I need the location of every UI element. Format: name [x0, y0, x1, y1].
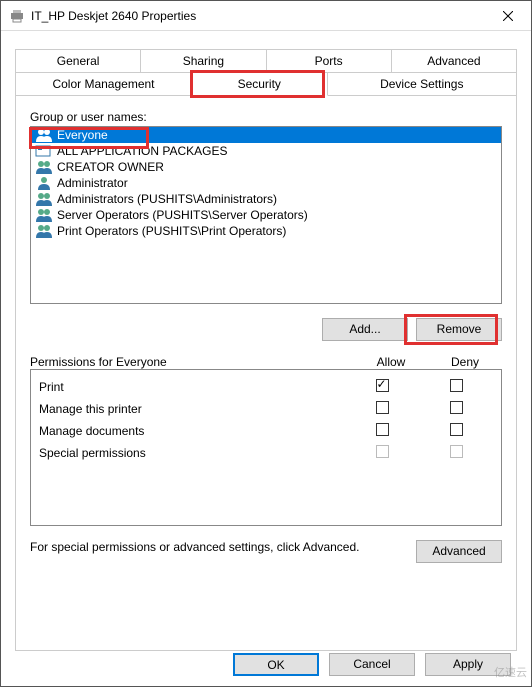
permission-row: Manage this printer: [39, 398, 493, 420]
permission-row: Manage documents: [39, 420, 493, 442]
group-icon: [35, 208, 53, 222]
group-icon: [35, 128, 53, 142]
tab-strip: General Sharing Ports Advanced Color Man…: [1, 31, 531, 96]
permission-row: Special permissions: [39, 442, 493, 464]
principals-listbox[interactable]: Everyone ALL APPLICATION PACKAGES CREATOR …: [30, 126, 502, 304]
package-icon: [35, 144, 53, 158]
ok-button[interactable]: OK: [233, 653, 319, 676]
principal-name: Administrators (PUSHITS\Administrators): [57, 192, 277, 206]
principal-item[interactable]: CREATOR OWNER: [31, 159, 501, 175]
title-bar: IT_HP Deskjet 2640 Properties: [1, 1, 531, 31]
allow-checkbox: [376, 445, 389, 458]
principal-item[interactable]: Server Operators (PUSHITS\Server Operato…: [31, 207, 501, 223]
tab-sharing[interactable]: Sharing: [141, 49, 266, 73]
deny-checkbox[interactable]: [450, 423, 463, 436]
add-button[interactable]: Add...: [322, 318, 408, 341]
tab-security[interactable]: Security: [192, 73, 328, 96]
permission-name: Special permissions: [39, 446, 345, 460]
allow-checkbox[interactable]: [376, 379, 389, 392]
deny-checkbox[interactable]: [450, 401, 463, 414]
watermark: 亿速云: [494, 664, 527, 680]
remove-button[interactable]: Remove: [416, 318, 502, 341]
tab-general[interactable]: General: [15, 49, 141, 73]
principal-name: ALL APPLICATION PACKAGES: [57, 144, 228, 158]
principal-name: CREATOR OWNER: [57, 160, 164, 174]
allow-column-header: Allow: [354, 355, 428, 369]
tab-color-management[interactable]: Color Management: [15, 73, 192, 96]
tab-advanced[interactable]: Advanced: [392, 49, 517, 73]
allow-checkbox[interactable]: [376, 401, 389, 414]
permissions-for-label: Permissions for Everyone: [30, 355, 354, 369]
group-icon: [35, 160, 53, 174]
principal-item[interactable]: Everyone: [31, 127, 501, 143]
security-tab-panel: Group or user names: Everyone ALL APPLICA…: [15, 96, 517, 651]
permission-name: Manage this printer: [39, 402, 345, 416]
dialog-footer: OK Cancel Apply: [233, 653, 511, 676]
principal-name: Everyone: [57, 128, 108, 142]
principal-name: Server Operators (PUSHITS\Server Operato…: [57, 208, 308, 222]
group-icon: [35, 192, 53, 206]
close-button[interactable]: [485, 1, 531, 30]
tab-ports[interactable]: Ports: [267, 49, 392, 73]
tab-device-settings[interactable]: Device Settings: [328, 73, 517, 96]
user-icon: [35, 176, 53, 190]
principal-name: Print Operators (PUSHITS\Print Operators…: [57, 224, 286, 238]
principal-item[interactable]: ALL APPLICATION PACKAGES: [31, 143, 501, 159]
cancel-button[interactable]: Cancel: [329, 653, 415, 676]
deny-checkbox: [450, 445, 463, 458]
deny-column-header: Deny: [428, 355, 502, 369]
permission-name: Print: [39, 380, 345, 394]
permission-row: Print: [39, 376, 493, 398]
advanced-settings-text: For special permissions or advanced sett…: [30, 540, 404, 554]
permission-name: Manage documents: [39, 424, 345, 438]
group-icon: [35, 224, 53, 238]
principal-name: Administrator: [57, 176, 128, 190]
principal-item[interactable]: Administrator: [31, 175, 501, 191]
deny-checkbox[interactable]: [450, 379, 463, 392]
principal-item[interactable]: Print Operators (PUSHITS\Print Operators…: [31, 223, 501, 239]
printer-icon: [9, 9, 25, 23]
principal-item[interactable]: Administrators (PUSHITS\Administrators): [31, 191, 501, 207]
advanced-button[interactable]: Advanced: [416, 540, 502, 563]
group-user-names-label: Group or user names:: [30, 110, 502, 124]
window-title: IT_HP Deskjet 2640 Properties: [31, 9, 485, 23]
permissions-listbox: Print Manage this printer Manage documents…: [30, 369, 502, 526]
allow-checkbox[interactable]: [376, 423, 389, 436]
